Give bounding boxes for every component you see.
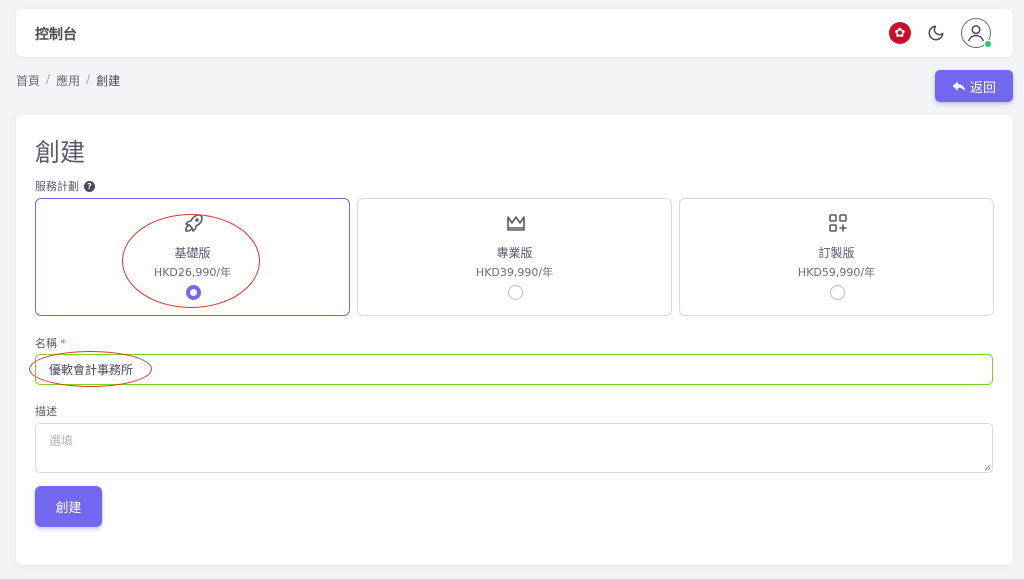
user-avatar[interactable] — [961, 18, 992, 48]
user-icon — [968, 25, 984, 42]
brand-title[interactable]: 控制台 — [35, 24, 77, 44]
plan-price: HKD26,990/年 — [153, 266, 232, 279]
plan-option-basic[interactable]: 基礎版 HKD26,990/年 — [35, 198, 350, 316]
name-input[interactable]: 優軟會計事務所 — [35, 354, 993, 385]
reply-arrow-icon — [952, 81, 966, 92]
name-label-text: 名稱 — [35, 337, 57, 350]
plan-radio[interactable] — [508, 285, 523, 300]
breadcrumb-current: 創建 — [96, 74, 121, 88]
grid-plus-icon — [829, 214, 847, 232]
create-button[interactable]: 創建 — [35, 486, 102, 527]
plan-radio[interactable] — [830, 285, 845, 300]
breadcrumb-home[interactable]: 首頁 — [16, 72, 40, 89]
plan-label-text: 服務計劃 — [35, 180, 79, 193]
plan-section-label: 服務計劃 ? — [35, 178, 95, 194]
description-textarea[interactable]: 選填 — [35, 423, 993, 473]
breadcrumb-separator: / — [46, 72, 51, 86]
plan-name: 基礎版 — [174, 246, 211, 260]
description-field-label: 描述 — [35, 405, 57, 418]
breadcrumb-separator: / — [86, 72, 91, 86]
back-button-label: 返回 — [969, 80, 996, 96]
plan-name: 專業版 — [496, 246, 533, 260]
plan-radio[interactable] — [186, 285, 201, 300]
moon-icon[interactable] — [925, 22, 947, 44]
breadcrumb-apps[interactable]: 應用 — [56, 72, 80, 89]
resize-grip-icon[interactable] — [984, 464, 991, 471]
back-button[interactable]: 返回 — [935, 70, 1013, 102]
create-form-card: 創建 服務計劃 ? 基礎版 HKD26,990/年 專業版 HKD39,990/… — [16, 115, 1013, 565]
plan-price: HKD59,990/年 — [797, 266, 876, 279]
language-flag-icon[interactable]: ✿ — [889, 22, 911, 44]
plan-price: HKD39,990/年 — [475, 266, 554, 279]
top-navbar: 控制台 ✿ — [16, 9, 1013, 57]
page-title: 創建 — [35, 138, 86, 167]
plan-name: 訂製版 — [818, 246, 855, 260]
online-status-dot — [984, 40, 992, 48]
help-icon[interactable]: ? — [84, 180, 95, 192]
required-mark: * — [60, 337, 67, 350]
breadcrumb: 首頁 / 應用 / 創建 — [16, 72, 120, 89]
plan-option-custom[interactable]: 訂製版 HKD59,990/年 — [679, 198, 994, 316]
plan-option-pro[interactable]: 專業版 HKD39,990/年 — [357, 198, 672, 316]
navbar-actions: ✿ — [889, 17, 992, 49]
name-field-label: 名稱 * — [35, 335, 66, 351]
crown-icon — [507, 216, 525, 231]
rocket-icon — [185, 214, 203, 232]
